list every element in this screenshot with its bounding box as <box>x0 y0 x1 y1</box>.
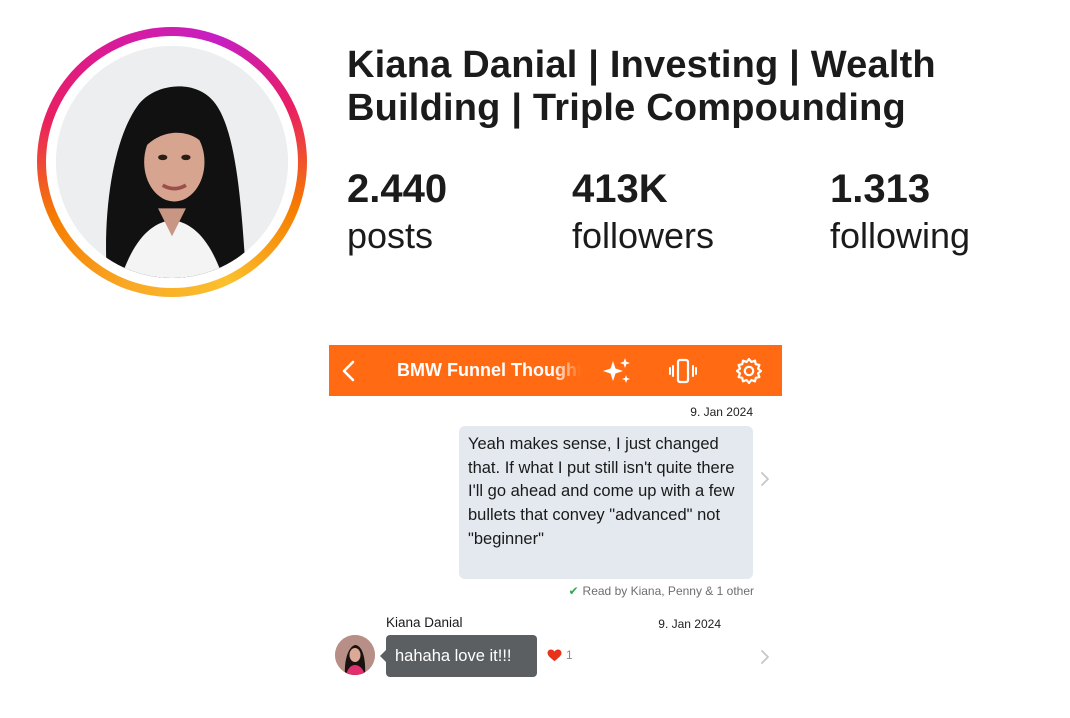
reaction-count: 1 <box>566 648 573 662</box>
profile-avatar-frame <box>46 36 298 288</box>
chat-header: BMW Funnel Thoughts <box>329 345 782 396</box>
followers-label: followers <box>572 215 715 256</box>
chat-screenshot: BMW Funnel Thoughts 9. Jan 2024 Yeah mak… <box>329 345 782 690</box>
sender-avatar[interactable] <box>335 635 375 675</box>
read-receipt: ✔ Read by Kiana, Penny & 1 other <box>552 584 754 598</box>
sparkle-icon <box>603 358 630 383</box>
profile-avatar <box>56 46 288 278</box>
incoming-message-bubble[interactable]: hahaha love it!!! <box>386 635 537 677</box>
message-date: 9. Jan 2024 <box>690 405 753 419</box>
outgoing-message-bubble[interactable]: Yeah makes sense, I just changed that. I… <box>459 426 753 579</box>
posts-count: 2.440 <box>347 167 448 211</box>
heart-icon <box>547 648 562 661</box>
sender-name: Kiana Danial <box>386 615 463 630</box>
sender-avatar-illustration <box>335 635 375 675</box>
chevron-left-icon <box>342 360 355 382</box>
profile-name: Kiana Danial | Investing | Wealth Buildi… <box>347 44 936 129</box>
chevron-right-icon <box>761 650 769 664</box>
settings-button[interactable] <box>733 356 765 386</box>
read-receipt-text: Read by Kiana, Penny & 1 other <box>582 584 754 598</box>
ai-sparkle-button[interactable] <box>601 356 633 386</box>
stat-posts[interactable]: 2.440 posts <box>347 166 447 260</box>
message-detail-chevron[interactable] <box>758 649 772 665</box>
chevron-right-icon <box>761 472 769 486</box>
chat-title: BMW Funnel Thoughts <box>397 360 581 380</box>
profile-avatar-ring[interactable] <box>37 27 307 297</box>
message-reaction[interactable]: 1 <box>547 648 573 662</box>
posts-label: posts <box>347 215 434 256</box>
checkmark-icon: ✔ <box>568 584 579 598</box>
profile-photo-illustration <box>56 46 288 278</box>
back-button[interactable] <box>337 358 361 384</box>
following-count: 1.313 <box>830 167 931 211</box>
followers-count: 413K <box>572 167 668 211</box>
vibrate-button[interactable] <box>667 356 699 386</box>
following-label: following <box>830 215 971 256</box>
message-detail-chevron[interactable] <box>758 471 772 487</box>
gear-icon <box>735 357 763 385</box>
message-date: 9. Jan 2024 <box>658 617 721 631</box>
vibrate-phone-icon <box>669 358 697 384</box>
stat-followers[interactable]: 413K followers <box>572 166 714 260</box>
stat-following[interactable]: 1.313 following <box>830 166 970 260</box>
